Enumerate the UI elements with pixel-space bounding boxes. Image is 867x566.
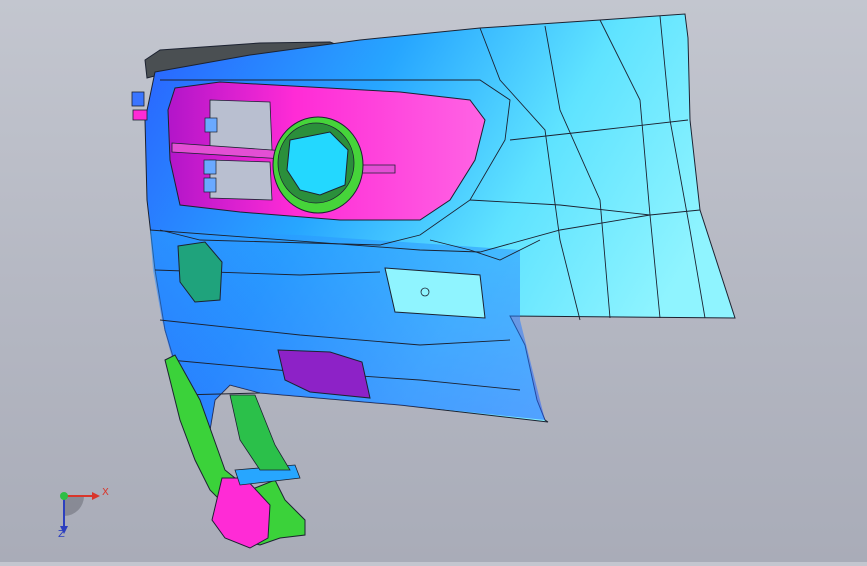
side-mounts	[131, 91, 148, 121]
sensor-panel	[384, 267, 486, 319]
coordinate-triad: X Z	[40, 480, 120, 550]
x-axis-label: X	[102, 487, 109, 498]
3d-viewport[interactable]: X Z	[0, 0, 867, 562]
triad-y-shade	[64, 496, 84, 516]
z-axis-label: Z	[58, 529, 65, 540]
bumper-model[interactable]	[0, 0, 867, 562]
y-axis-dot	[60, 492, 68, 500]
x-axis-arrow	[92, 492, 100, 500]
